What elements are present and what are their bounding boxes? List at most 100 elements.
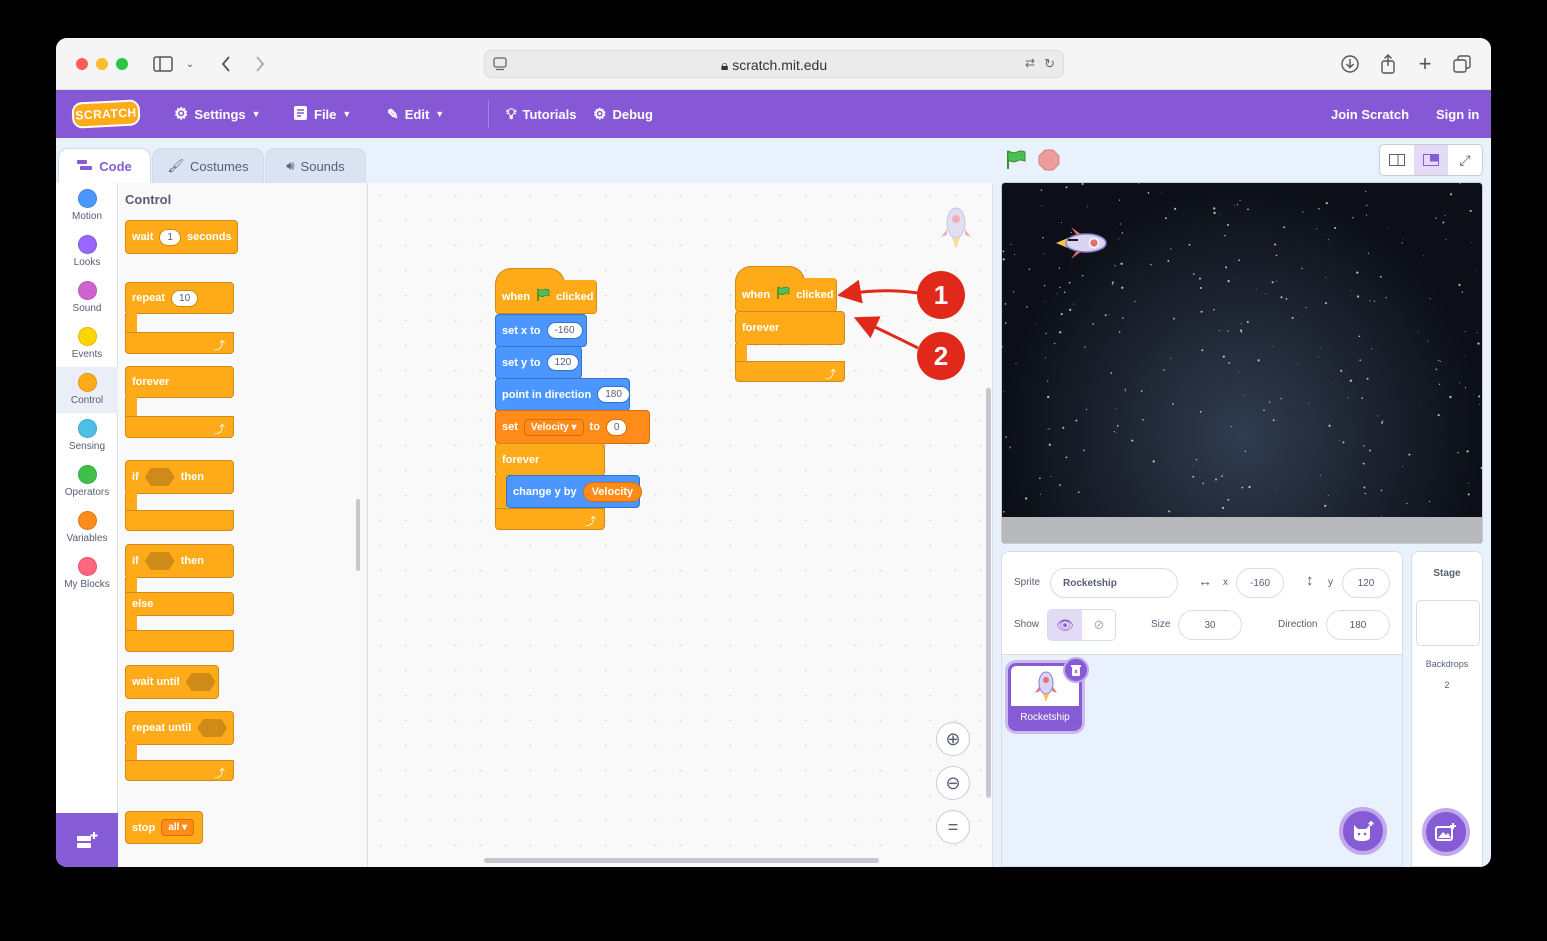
address-bar[interactable]: 🔒︎ scratch.mit.edu ⇄ ↻ [484, 50, 1064, 78]
when-flag-clicked-block[interactable]: when clicked [495, 280, 597, 314]
caret-down-icon: ▼ [435, 109, 445, 119]
set-variable-value-input[interactable]: 0 [605, 418, 628, 436]
condition-slot[interactable] [144, 552, 175, 570]
category-motion[interactable]: Motion [56, 183, 118, 229]
tab-code[interactable]: Code [58, 148, 151, 184]
sign-in-link[interactable]: Sign in [1436, 104, 1479, 124]
workspace-vertical-scrollbar[interactable] [986, 388, 991, 798]
y-position-input[interactable]: 120 [1342, 568, 1390, 598]
file-menu[interactable]: File ▼ [293, 104, 351, 124]
if-then-else-block[interactable]: if then [125, 544, 234, 578]
set-variable-block[interactable]: set Velocity ▾ to 0 [495, 410, 650, 444]
backdrop-thumbnail[interactable] [1416, 600, 1480, 646]
if-then-block[interactable]: if then [125, 460, 234, 494]
star [1008, 448, 1010, 450]
zoom-window-button[interactable] [116, 58, 128, 70]
repeat-value-input[interactable]: 10 [171, 289, 199, 307]
sidebar-toggle-icon[interactable] [151, 52, 175, 76]
back-icon[interactable] [214, 52, 238, 76]
change-y-block[interactable]: change y by Velocity [506, 475, 643, 508]
category-looks[interactable]: Looks [56, 229, 118, 275]
stage-target-panel[interactable]: Stage Backdrops 2 [1411, 551, 1483, 867]
translate-icon[interactable]: ⇄ [1025, 56, 1035, 70]
add-sprite-button[interactable] [1339, 807, 1387, 855]
add-backdrop-button[interactable] [1422, 808, 1470, 856]
set-x-value-input[interactable]: -160 [546, 322, 583, 339]
category-events[interactable]: Events [56, 321, 118, 367]
stop-option-dropdown[interactable]: all ▾ [161, 819, 195, 836]
wait-value-input[interactable]: 1 [159, 228, 181, 246]
palette-scrollbar[interactable] [356, 499, 360, 571]
code-workspace[interactable]: when clicked set x to -160 set y to 120 … [368, 183, 993, 867]
tutorials-button[interactable]: 💡︎ Tutorials [506, 104, 576, 124]
settings-menu[interactable]: ⚙ Settings ▼ [174, 104, 261, 124]
zoom-out-button[interactable]: ⊖ [936, 766, 970, 800]
debug-button[interactable]: ⚙ Debug [593, 104, 653, 124]
star [1359, 359, 1361, 361]
point-in-direction-block[interactable]: point in direction 180 [495, 378, 630, 411]
repeat-until-block[interactable]: repeat until [125, 711, 234, 745]
sprite-name-input[interactable]: Rocketship [1050, 568, 1178, 598]
set-x-block[interactable]: set x to -160 [495, 314, 587, 347]
category-sound[interactable]: Sound [56, 275, 118, 321]
star [1043, 253, 1044, 255]
condition-slot[interactable] [197, 719, 228, 737]
new-tab-icon[interactable]: + [1413, 51, 1437, 76]
velocity-reporter[interactable]: Velocity [582, 481, 643, 502]
minimize-window-button[interactable] [96, 58, 108, 70]
variable-dropdown[interactable]: Velocity ▾ [523, 418, 584, 436]
condition-slot[interactable] [144, 468, 175, 486]
show-sprite-button[interactable]: 👁︎ [1048, 610, 1082, 640]
star [1429, 298, 1431, 300]
green-flag-button[interactable] [1005, 149, 1027, 171]
when-flag-clicked-block-2[interactable]: when clicked [735, 278, 837, 312]
condition-slot[interactable] [185, 673, 216, 691]
looks-dot-icon [77, 235, 97, 254]
category-variables[interactable]: Variables [56, 505, 118, 551]
tutorials-label: Tutorials [522, 106, 577, 122]
forever-block-2[interactable]: forever [735, 311, 845, 345]
category-sensing[interactable]: Sensing [56, 413, 118, 459]
delete-sprite-button[interactable] [1063, 657, 1089, 683]
scratch-logo[interactable]: SCRATCH [71, 99, 141, 129]
forward-icon[interactable] [248, 52, 272, 76]
star [1422, 255, 1424, 257]
tab-costumes[interactable]: 🖌︎ Costumes [152, 148, 264, 183]
edit-menu[interactable]: ✎ Edit ▼ [387, 104, 444, 124]
direction-value-input[interactable]: 180 [597, 386, 630, 403]
fullscreen-button[interactable]: ⤢ [1448, 145, 1482, 175]
workspace-horizontal-scrollbar[interactable] [484, 858, 879, 863]
zoom-in-button[interactable]: ⊕ [936, 722, 970, 756]
x-position-input[interactable]: -160 [1236, 568, 1284, 598]
forever-block[interactable]: forever [125, 366, 234, 398]
download-icon[interactable] [1338, 52, 1362, 76]
share-icon[interactable] [1376, 52, 1400, 76]
tabs-overview-icon[interactable] [1450, 52, 1474, 76]
category-my-blocks[interactable]: My Blocks [56, 551, 118, 597]
normal-stage-button[interactable] [1414, 145, 1448, 175]
star [1478, 403, 1480, 405]
category-operators[interactable]: Operators [56, 459, 118, 505]
size-input[interactable]: 30 [1178, 610, 1242, 640]
add-extension-button[interactable] [56, 813, 118, 867]
set-y-value-input[interactable]: 120 [546, 354, 580, 371]
close-window-button[interactable] [76, 58, 88, 70]
stage-canvas[interactable] [1001, 182, 1483, 544]
wait-until-block[interactable]: wait until [125, 665, 219, 699]
wait-seconds-block[interactable]: wait 1 seconds [125, 220, 238, 254]
repeat-block[interactable]: repeat 10 [125, 282, 234, 314]
join-scratch-link[interactable]: Join Scratch [1331, 104, 1409, 124]
zoom-reset-button[interactable]: = [936, 810, 970, 844]
reload-icon[interactable]: ↻ [1044, 56, 1055, 72]
hide-sprite-button[interactable]: ⊘ [1082, 610, 1115, 640]
rocketship-sprite[interactable] [1054, 225, 1114, 266]
tab-sounds[interactable]: 🔊︎ Sounds [265, 148, 366, 183]
small-stage-button[interactable] [1380, 145, 1414, 175]
set-y-block[interactable]: set y to 120 [495, 346, 582, 379]
direction-input[interactable]: 180 [1326, 610, 1390, 640]
chevron-down-icon[interactable]: ⌄ [178, 52, 202, 76]
forever-loop-block[interactable]: forever [495, 443, 605, 476]
stop-block[interactable]: stop all ▾ [125, 811, 203, 844]
stop-button[interactable] [1038, 149, 1060, 171]
category-control[interactable]: Control [56, 367, 118, 413]
